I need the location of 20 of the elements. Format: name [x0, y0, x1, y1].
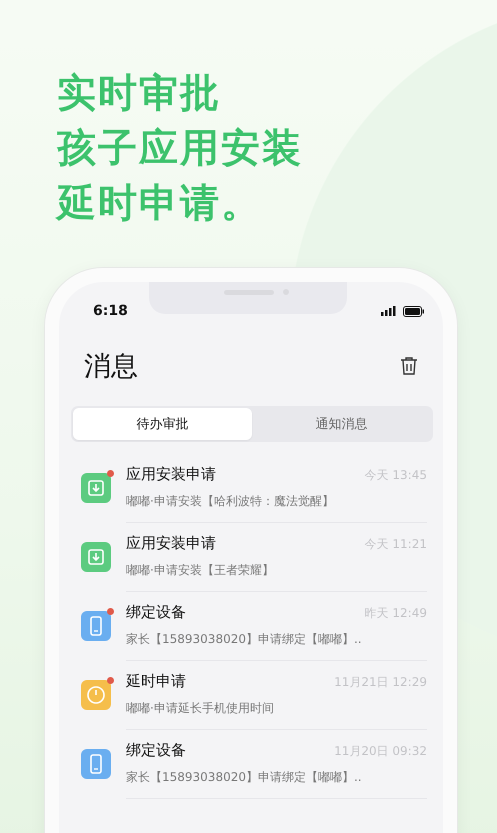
message-title: 延时申请 [126, 672, 186, 691]
page-title: 消息 [84, 350, 138, 384]
message-title: 绑定设备 [126, 741, 186, 760]
message-detail: 嘟嘟·申请安装【哈利波特：魔法觉醒】 [126, 493, 335, 510]
battery-icon [403, 306, 425, 316]
headline-text: 延时申请。 [57, 180, 263, 228]
message-title: 应用安装申请 [126, 534, 216, 553]
message-title: 绑定设备 [126, 603, 186, 622]
signal-icon [381, 306, 397, 316]
trash-icon[interactable] [400, 356, 418, 376]
tab[interactable]: 通知消息 [252, 408, 431, 440]
tab[interactable]: 待办审批 [73, 408, 252, 440]
message-detail: 家长【15893038020】申请绑定【嘟嘟】.. [126, 769, 363, 786]
message-detail: 嘟嘟·申请延长手机使用时间 [126, 700, 275, 717]
message-detail: 家长【15893038020】申请绑定【嘟嘟】.. [126, 631, 363, 648]
message-detail: 嘟嘟·申请安装【王者荣耀】 [126, 562, 275, 579]
headline-text: 实时审批 [57, 70, 222, 118]
headline-text: 孩子应用安装 [57, 125, 304, 173]
status-time: 6:18 [93, 303, 128, 319]
message-title: 应用安装申请 [126, 465, 216, 484]
